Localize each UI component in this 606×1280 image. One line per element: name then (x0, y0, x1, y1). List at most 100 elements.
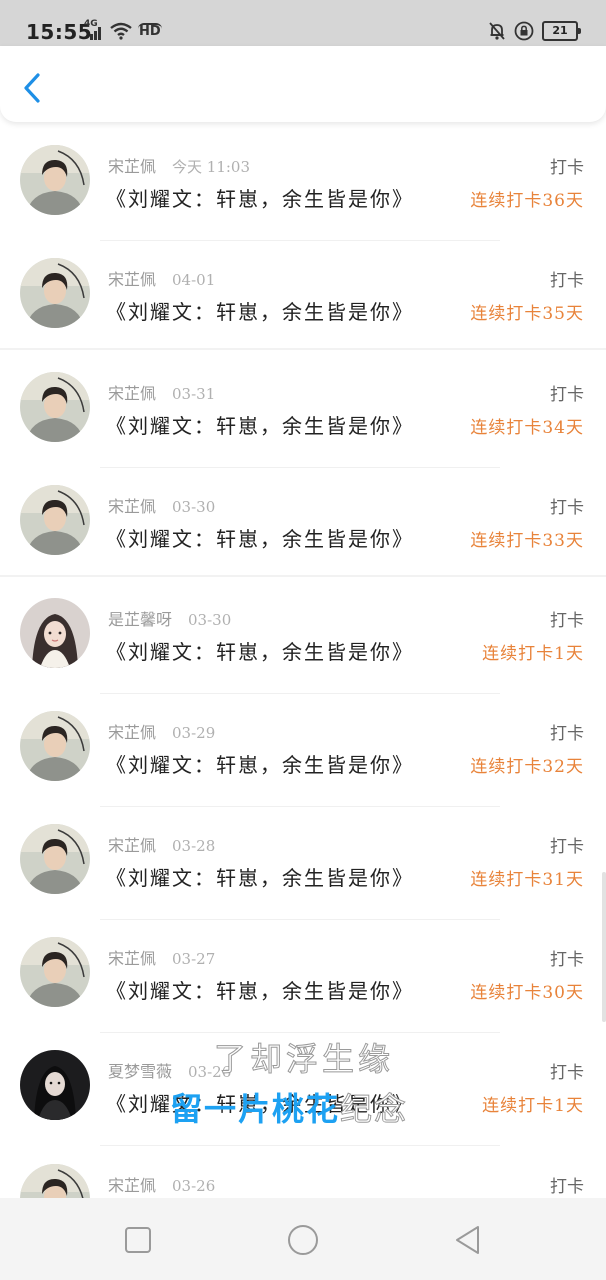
book-title[interactable]: 《刘耀文：轩崽，余生皆是你》 (106, 296, 414, 325)
streak-label: 连续打卡1天 (482, 1096, 584, 1116)
feed-row[interactable]: 宋芷佩 今天 11:03 《刘耀文：轩崽，余生皆是你》 打卡 连续打卡36天 (0, 128, 606, 241)
avatar[interactable] (20, 711, 90, 781)
checkin-label: 打卡 (550, 385, 584, 405)
status-bar: 15:55 4G HD 21 (0, 0, 606, 46)
post-date: 03-30 (188, 611, 232, 629)
avatar[interactable] (20, 1164, 90, 1198)
checkin-label: 打卡 (550, 837, 584, 857)
book-title[interactable]: 《刘耀文：轩崽，余生皆是你》 (106, 636, 414, 665)
avatar[interactable] (20, 145, 90, 215)
avatar[interactable] (20, 258, 90, 328)
checkin-label: 打卡 (550, 611, 584, 631)
book-title[interactable]: 《刘耀文：轩崽，余生皆是你》 (106, 183, 414, 212)
recent-apps-button[interactable] (118, 1220, 158, 1260)
feed-row[interactable]: 宋芷佩 04-01 《刘耀文：轩崽，余生皆是你》 打卡 连续打卡35天 (0, 241, 606, 354)
battery-icon: 21 (542, 21, 581, 41)
checkin-label: 打卡 (550, 1177, 584, 1197)
streak-label: 连续打卡31天 (470, 870, 584, 890)
avatar[interactable] (20, 824, 90, 894)
hd-label: HD (138, 23, 162, 39)
row-meta: 宋芷佩 03-30 (108, 493, 215, 517)
streak-label: 连续打卡1天 (482, 644, 584, 664)
post-date: 03-28 (172, 837, 216, 855)
feed-row[interactable]: 宋芷佩 03-27 《刘耀文：轩崽，余生皆是你》 打卡 连续打卡30天 (0, 920, 606, 1033)
feed-row[interactable]: 是芷馨呀 03-30 《刘耀文：轩崽，余生皆是你》 打卡 连续打卡1天 (0, 581, 606, 694)
user-name: 宋芷佩 (108, 836, 157, 855)
row-meta: 宋芷佩 04-01 (108, 266, 215, 290)
user-name: 宋芷佩 (108, 497, 157, 516)
row-meta: 宋芷佩 03-28 (108, 832, 215, 856)
wifi-icon (110, 22, 132, 40)
checkin-label: 打卡 (550, 724, 584, 744)
feed-row[interactable]: 宋芷佩 03-29 《刘耀文：轩崽，余生皆是你》 打卡 连续打卡32天 (0, 694, 606, 807)
lock-rotation-icon (514, 21, 534, 41)
circle-icon (288, 1225, 318, 1255)
user-name: 是芷馨呀 (108, 610, 173, 629)
row-meta: 宋芷佩 今天 11:03 (108, 153, 250, 177)
overlay-caption-main: 留一片桃花 (170, 1090, 341, 1128)
streak-label: 连续打卡32天 (470, 757, 584, 777)
streak-label: 连续打卡30天 (470, 983, 584, 1003)
user-name: 宋芷佩 (108, 270, 157, 289)
post-date: 03-31 (172, 385, 216, 403)
avatar[interactable] (20, 372, 90, 442)
checkin-label: 打卡 (550, 1063, 584, 1083)
post-date: 03-26 (172, 1177, 216, 1195)
checkin-label: 打卡 (550, 498, 584, 518)
avatar[interactable] (20, 598, 90, 668)
divider (100, 1145, 500, 1146)
user-name: 宋芷佩 (108, 723, 157, 742)
streak-label: 连续打卡33天 (470, 531, 584, 551)
avatar[interactable] (20, 485, 90, 555)
system-back-button[interactable] (448, 1220, 488, 1260)
home-button[interactable] (283, 1220, 323, 1260)
avatar[interactable] (20, 1050, 90, 1120)
book-title[interactable]: 《刘耀文：轩崽，余生皆是你》 (106, 862, 414, 891)
streak-label: 连续打卡34天 (470, 418, 584, 438)
system-nav-bar (0, 1198, 606, 1280)
user-name: 宋芷佩 (108, 384, 157, 403)
post-date: 03-29 (172, 724, 216, 742)
book-title[interactable]: 《刘耀文：轩崽，余生皆是你》 (106, 410, 414, 439)
post-date: 今天 11:03 (172, 158, 251, 176)
post-date: 04-01 (172, 271, 216, 289)
row-meta: 宋芷佩 03-29 (108, 719, 215, 743)
signal-icon: 4G (84, 19, 104, 40)
checkin-label: 打卡 (550, 158, 584, 178)
book-title[interactable]: 《刘耀文：轩崽，余生皆是你》 (106, 523, 414, 552)
header (0, 46, 606, 122)
avatar[interactable] (20, 937, 90, 1007)
book-title[interactable]: 《刘耀文：轩崽，余生皆是你》 (106, 749, 414, 778)
user-name: 宋芷佩 (108, 157, 157, 176)
feed-row[interactable]: 宋芷佩 03-30 《刘耀文：轩崽，余生皆是你》 打卡 连续打卡33天 (0, 468, 606, 581)
overlay-caption-fade: 纪念 (340, 1090, 409, 1129)
feed-row[interactable]: 宋芷佩 03-26 打卡 (0, 1147, 606, 1198)
checkin-label: 打卡 (550, 271, 584, 291)
user-name: 宋芷佩 (108, 1176, 157, 1195)
section-gap (0, 575, 606, 577)
row-meta: 宋芷佩 03-31 (108, 380, 215, 404)
post-date: 03-27 (172, 950, 216, 968)
section-gap (0, 348, 606, 350)
overlay-caption-line2: 留一片桃花纪念 (170, 1084, 408, 1130)
scrollbar[interactable] (602, 872, 606, 1022)
status-left-icons: 4G HD (84, 19, 162, 41)
bell-muted-icon (488, 21, 506, 41)
post-date: 03-30 (172, 498, 216, 516)
user-name: 宋芷佩 (108, 949, 157, 968)
row-meta: 夏梦雪薇 03-26 (108, 1058, 231, 1082)
row-meta: 是芷馨呀 03-30 (108, 606, 231, 630)
back-button[interactable] (18, 70, 48, 106)
book-title[interactable]: 《刘耀文：轩崽，余生皆是你》 (106, 975, 414, 1004)
square-icon (125, 1227, 151, 1253)
status-time: 15:55 (26, 20, 93, 44)
status-right-icons: 21 (488, 20, 581, 42)
row-meta: 宋芷佩 03-26 (108, 1172, 215, 1196)
feed-row[interactable]: 宋芷佩 03-28 《刘耀文：轩崽，余生皆是你》 打卡 连续打卡31天 (0, 807, 606, 920)
row-meta: 宋芷佩 03-27 (108, 945, 215, 969)
feed-row[interactable]: 宋芷佩 03-31 《刘耀文：轩崽，余生皆是你》 打卡 连续打卡34天 (0, 355, 606, 468)
user-name: 夏梦雪薇 (108, 1062, 173, 1081)
checkin-label: 打卡 (550, 950, 584, 970)
triangle-back-icon (456, 1226, 479, 1254)
streak-label: 连续打卡36天 (470, 191, 584, 211)
